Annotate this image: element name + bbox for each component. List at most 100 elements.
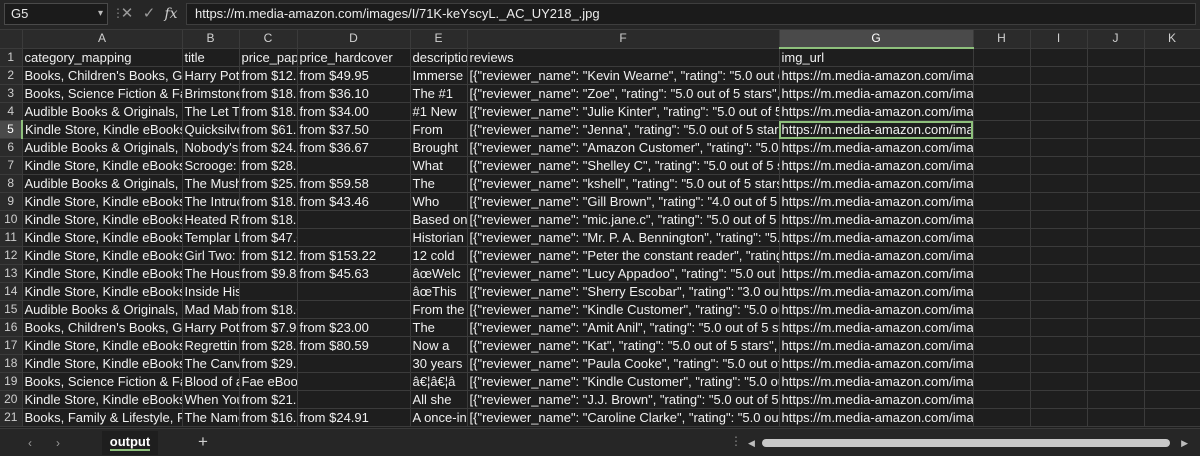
cell-h17[interactable] bbox=[973, 336, 1031, 355]
cell-g21[interactable]: https://m.media-amazon.com/images/I/81lY… bbox=[779, 408, 974, 427]
cell-j3[interactable] bbox=[1087, 84, 1145, 103]
cell-a7[interactable]: Kindle Store, Kindle eBooks, bbox=[22, 156, 183, 175]
cell-e21[interactable]: A once-in- bbox=[410, 408, 468, 427]
cell-h1[interactable] bbox=[973, 48, 1031, 67]
cell-g19[interactable]: https://m.media-amazon.com/images/I/81oz… bbox=[779, 372, 974, 391]
row-header[interactable]: 9 bbox=[0, 192, 23, 211]
cell-i3[interactable] bbox=[1030, 84, 1088, 103]
row-header[interactable]: 11 bbox=[0, 228, 23, 247]
cell-i18[interactable] bbox=[1030, 354, 1088, 373]
cell-e12[interactable]: 12 cold bbox=[410, 246, 468, 265]
cell-k16[interactable] bbox=[1144, 318, 1200, 337]
cell-h7[interactable] bbox=[973, 156, 1031, 175]
row-header[interactable]: 19 bbox=[0, 372, 23, 391]
chevron-down-icon[interactable]: ▾ bbox=[98, 4, 103, 24]
cell-d12[interactable]: from $153.22 bbox=[297, 246, 411, 265]
cell-a19[interactable]: Books, Science Fiction & Fan bbox=[22, 372, 183, 391]
cell-b8[interactable]: The Mush bbox=[182, 174, 240, 193]
cell-a14[interactable]: Kindle Store, Kindle eBooks, bbox=[22, 282, 183, 301]
cell-d8[interactable]: from $59.58 bbox=[297, 174, 411, 193]
cell-a18[interactable]: Kindle Store, Kindle eBooks, bbox=[22, 354, 183, 373]
cell-j16[interactable] bbox=[1087, 318, 1145, 337]
chevron-left-icon[interactable]: ‹ bbox=[22, 435, 38, 451]
cell-f1[interactable]: reviews bbox=[467, 48, 780, 67]
cell-d9[interactable]: from $43.46 bbox=[297, 192, 411, 211]
cell-i7[interactable] bbox=[1030, 156, 1088, 175]
cell-b17[interactable]: Regrettin bbox=[182, 336, 240, 355]
column-header-i[interactable]: I bbox=[1030, 30, 1088, 49]
cell-j4[interactable] bbox=[1087, 102, 1145, 121]
cell-k14[interactable] bbox=[1144, 282, 1200, 301]
column-header-k[interactable]: K bbox=[1144, 30, 1200, 49]
cell-h4[interactable] bbox=[973, 102, 1031, 121]
cell-i19[interactable] bbox=[1030, 372, 1088, 391]
cell-h18[interactable] bbox=[973, 354, 1031, 373]
cell-i21[interactable] bbox=[1030, 408, 1088, 427]
cell-a9[interactable]: Kindle Store, Kindle eBooks, bbox=[22, 192, 183, 211]
cell-i6[interactable] bbox=[1030, 138, 1088, 157]
cell-h14[interactable] bbox=[973, 282, 1031, 301]
cell-j7[interactable] bbox=[1087, 156, 1145, 175]
cell-a10[interactable]: Kindle Store, Kindle eBooks, bbox=[22, 210, 183, 229]
row-header[interactable]: 7 bbox=[0, 156, 23, 175]
cell-d15[interactable] bbox=[297, 300, 411, 319]
horizontal-scrollbar[interactable]: ◀ ▶ bbox=[748, 438, 1188, 448]
column-header-f[interactable]: F bbox=[467, 30, 780, 49]
cell-b5[interactable]: Quicksilve bbox=[182, 120, 240, 139]
cell-e16[interactable]: The bbox=[410, 318, 468, 337]
cell-c10[interactable]: from $18.59 bbox=[239, 210, 298, 229]
insert-function-icon[interactable]: fx bbox=[162, 4, 180, 24]
cell-j5[interactable] bbox=[1087, 120, 1145, 139]
cell-k7[interactable] bbox=[1144, 156, 1200, 175]
cell-e7[interactable]: What bbox=[410, 156, 468, 175]
cell-k2[interactable] bbox=[1144, 66, 1200, 85]
cell-f20[interactable]: [{"reviewer_name": "J.J. Brown", "rating… bbox=[467, 390, 780, 409]
cell-d2[interactable]: from $49.95 bbox=[297, 66, 411, 85]
cell-c15[interactable]: from $18.00 bbox=[239, 300, 298, 319]
column-header-c[interactable]: C bbox=[239, 30, 298, 49]
cell-d5[interactable]: from $37.50 bbox=[297, 120, 411, 139]
cell-a2[interactable]: Books, Children's Books, Gro bbox=[22, 66, 183, 85]
cell-g2[interactable]: https://m.media-amazon.com/images/I/9161… bbox=[779, 66, 974, 85]
cell-c9[interactable]: from $18.( bbox=[239, 192, 298, 211]
cell-j20[interactable] bbox=[1087, 390, 1145, 409]
row-header[interactable]: 16 bbox=[0, 318, 23, 337]
scrollbar-thumb[interactable] bbox=[762, 439, 1170, 447]
cell-d1[interactable]: price_hardcover bbox=[297, 48, 411, 67]
cell-i15[interactable] bbox=[1030, 300, 1088, 319]
cell-d20[interactable] bbox=[297, 390, 411, 409]
cell-k5[interactable] bbox=[1144, 120, 1200, 139]
cell-b10[interactable]: Heated Ri bbox=[182, 210, 240, 229]
cell-a5[interactable]: Kindle Store, Kindle eBooks, bbox=[22, 120, 183, 139]
cell-a13[interactable]: Kindle Store, Kindle eBooks, bbox=[22, 264, 183, 283]
scroll-right-icon[interactable]: ▶ bbox=[1178, 438, 1188, 448]
cell-f4[interactable]: [{"reviewer_name": "Julie Kinter", "rati… bbox=[467, 102, 780, 121]
column-header-j[interactable]: J bbox=[1087, 30, 1145, 49]
cell-b20[interactable]: When You bbox=[182, 390, 240, 409]
cell-g10[interactable]: https://m.media-amazon.com/images/I/71iw… bbox=[779, 210, 974, 229]
cell-c11[interactable]: from $47.01 bbox=[239, 228, 298, 247]
row-header[interactable]: 3 bbox=[0, 84, 23, 103]
cell-e10[interactable]: Based on bbox=[410, 210, 468, 229]
cell-e18[interactable]: 30 years bbox=[410, 354, 468, 373]
cell-k15[interactable] bbox=[1144, 300, 1200, 319]
cell-a12[interactable]: Kindle Store, Kindle eBooks, bbox=[22, 246, 183, 265]
cell-b21[interactable]: The Name bbox=[182, 408, 240, 427]
cell-f8[interactable]: [{"reviewer_name": "kshell", "rating": "… bbox=[467, 174, 780, 193]
cell-g16[interactable]: https://m.media-amazon.com/images/I/A1+b… bbox=[779, 318, 974, 337]
cell-k6[interactable] bbox=[1144, 138, 1200, 157]
cell-j12[interactable] bbox=[1087, 246, 1145, 265]
cell-g3[interactable]: https://m.media-amazon.com/images/I/71fW… bbox=[779, 84, 974, 103]
cell-k3[interactable] bbox=[1144, 84, 1200, 103]
formula-input[interactable]: https://m.media-amazon.com/images/I/71K-… bbox=[186, 3, 1196, 25]
sheet-tab-output[interactable]: output bbox=[102, 431, 158, 455]
cell-c16[interactable]: from $7.9( bbox=[239, 318, 298, 337]
cell-d3[interactable]: from $36.10 bbox=[297, 84, 411, 103]
cell-a20[interactable]: Kindle Store, Kindle eBooks, bbox=[22, 390, 183, 409]
cell-e15[interactable]: From the bbox=[410, 300, 468, 319]
cell-f17[interactable]: [{"reviewer_name": "Kat", "rating": "5.0… bbox=[467, 336, 780, 355]
row-header[interactable]: 8 bbox=[0, 174, 23, 193]
cell-g12[interactable]: https://m.media-amazon.com/images/I/81nd… bbox=[779, 246, 974, 265]
row-header[interactable]: 15 bbox=[0, 300, 23, 319]
cell-c3[interactable]: from $18.( bbox=[239, 84, 298, 103]
